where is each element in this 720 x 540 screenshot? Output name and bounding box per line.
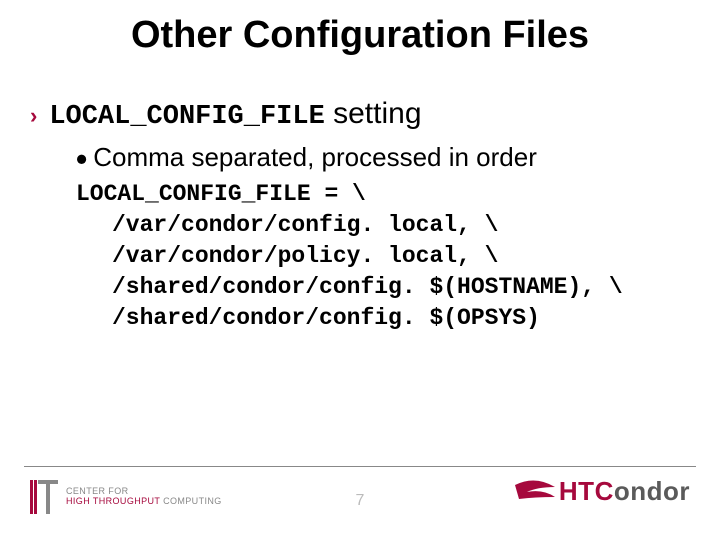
slide-body: › LOCAL_CONFIG_FILE setting • Comma sepa… — [0, 57, 720, 334]
chevron-right-icon: › — [30, 99, 37, 127]
bullet-level1: › LOCAL_CONFIG_FILE setting — [30, 97, 690, 132]
page-number: 7 — [356, 492, 365, 510]
code-line-3: /var/condor/policy. local, \ — [76, 241, 690, 272]
footer-rule — [24, 466, 696, 467]
code-line-5: /shared/condor/config. $(OPSYS) — [76, 303, 690, 334]
htcondor-wing-icon — [513, 479, 557, 505]
bullet1-code: LOCAL_CONFIG_FILE — [49, 102, 324, 132]
bullet1-tail: setting — [325, 97, 422, 130]
bullet1-text: LOCAL_CONFIG_FILE setting — [49, 97, 421, 132]
code-block: LOCAL_CONFIG_FILE = \ /var/condor/config… — [76, 179, 690, 334]
bullet2-text: Comma separated, processed in order — [93, 142, 537, 173]
htcondor-logo-text: HTCondor — [559, 476, 690, 507]
chtc-logo: CENTER FOR HIGH THROUGHPUT COMPUTING — [30, 480, 222, 514]
chtc-logo-mark-icon — [30, 480, 58, 514]
slide-title: Other Configuration Files — [0, 0, 720, 57]
chtc-logo-line2: HIGH THROUGHPUT COMPUTING — [66, 497, 222, 507]
bullet-level2: • Comma separated, processed in order — [76, 142, 690, 173]
chtc-logo-text: CENTER FOR HIGH THROUGHPUT COMPUTING — [66, 487, 222, 507]
code-line-2: /var/condor/config. local, \ — [76, 210, 690, 241]
footer: 7 CENTER FOR HIGH THROUGHPUT COMPUTING H… — [0, 466, 720, 540]
htcondor-logo: HTCondor — [513, 476, 690, 507]
bullet-dot-icon: • — [76, 148, 87, 170]
code-line-1: LOCAL_CONFIG_FILE = \ — [76, 181, 366, 207]
code-line-4: /shared/condor/config. $(HOSTNAME), \ — [76, 272, 690, 303]
